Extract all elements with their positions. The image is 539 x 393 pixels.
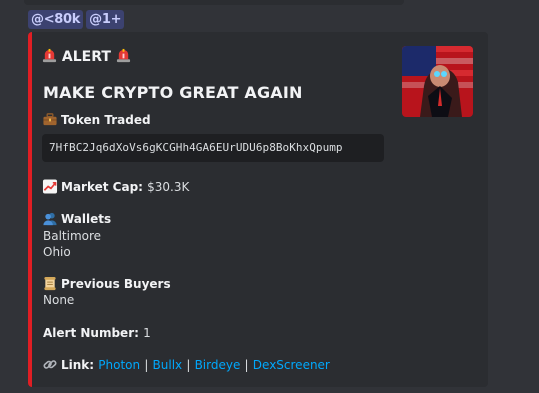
alert-number-field: Alert Number: 1 — [43, 326, 151, 340]
scroll-icon — [44, 276, 56, 291]
users-icon — [43, 212, 57, 226]
embed-thumbnail[interactable] — [402, 46, 473, 117]
link-separator: | — [244, 358, 249, 372]
previous-message-edge — [24, 0, 404, 5]
chart-up-icon — [42, 179, 58, 194]
wallet-entry: Baltimore — [43, 229, 102, 243]
role-mention-1-plus[interactable]: @1+ — [86, 10, 125, 29]
bullx-link[interactable]: Bullx — [153, 358, 183, 372]
market-cap-field: Market Cap: $30.3K — [42, 179, 189, 195]
alert-title-text: ALERT — [61, 49, 111, 65]
mention-row: @<80k @1+ — [28, 10, 125, 29]
photon-link[interactable]: Photon — [98, 358, 140, 372]
role-mention-under-80k[interactable]: @<80k — [28, 10, 84, 29]
wallets-label: Wallets — [42, 211, 111, 226]
embed-accent-bar — [28, 32, 32, 387]
briefcase-icon — [43, 113, 57, 126]
token-address[interactable]: 7HfBC2Jq6dXoVs6gKCGHh4GA6EUrUDU6p8BoKhxQ… — [42, 134, 384, 162]
token-traded-label: Token Traded — [42, 112, 151, 127]
alert-title: ALERT — [42, 48, 131, 65]
wallet-entry: Ohio — [43, 245, 71, 259]
siren-icon — [42, 48, 57, 63]
dexscreener-link[interactable]: DexScreener — [253, 358, 330, 372]
link-icon — [43, 360, 57, 369]
link-separator: | — [144, 358, 149, 372]
link-separator: | — [186, 358, 191, 372]
alert-embed: ALERT MAKE CRYPTO GREAT AGAIN Token Trad… — [28, 32, 488, 387]
token-headline: MAKE CRYPTO GREAT AGAIN — [43, 83, 303, 102]
links-field: Link: Photon | Bullx | Birdeye | DexScre… — [42, 357, 330, 373]
alert-number-value: 1 — [143, 326, 151, 340]
birdeye-link[interactable]: Birdeye — [195, 358, 241, 372]
previous-buyers-label: Previous Buyers — [42, 276, 171, 291]
siren-icon — [116, 48, 130, 63]
previous-buyers-value: None — [43, 293, 75, 307]
market-cap-value: $30.3K — [147, 180, 190, 194]
